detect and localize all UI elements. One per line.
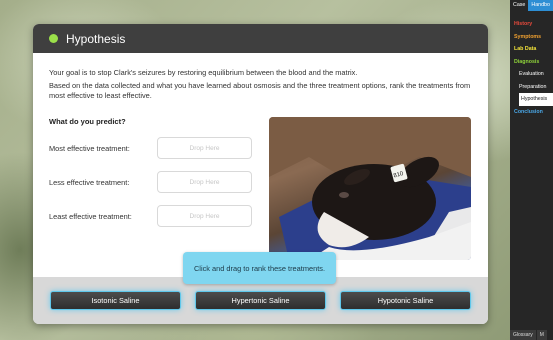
drop-zone-most[interactable]: Drop Here [157,137,252,159]
sidebar-item-conclusion[interactable]: Conclusion [514,106,553,119]
treatment-hypotonic[interactable]: Hypotonic Saline [340,291,471,310]
predict-heading: What do you predict? [49,117,126,126]
sidebar-bottom-tabs: Glossary M [510,330,548,340]
rank-label-most: Most effective treatment: [49,143,130,153]
instruction-task: Based on the data collected and what you… [49,81,471,100]
treatment-tray: Isotonic Saline Hypertonic Saline Hypoto… [33,277,488,324]
panel-header: Hypothesis [33,24,488,53]
treatment-hypertonic[interactable]: Hypertonic Saline [195,291,326,310]
instruction-goal: Your goal is to stop Clark's seizures by… [49,68,358,77]
tab-case[interactable]: Case [510,0,528,11]
sidebar-item-evaluation[interactable]: Evaluation [514,68,553,81]
sidebar-item-hypothesis[interactable]: Hypothesis [519,93,553,106]
sidebar-item-diagnosis[interactable]: Diagnosis [514,56,553,69]
sidebar-nav: History Symptoms Lab Data Diagnosis Eval… [510,11,553,118]
calf-photo: 810 [269,117,471,260]
treatment-isotonic[interactable]: Isotonic Saline [50,291,181,310]
rank-row-most: Most effective treatment: Drop Here [49,137,252,159]
sidebar-item-preparation[interactable]: Preparation [514,81,553,94]
tab-handbook[interactable]: Handbo [528,0,553,11]
sidebar-tabs: Case Handbo [510,0,553,11]
tab-more[interactable]: M [536,330,547,340]
sidebar-item-history[interactable]: History [514,18,553,31]
drag-hint-tooltip: Click and drag to rank these treatments. [183,252,336,284]
case-sidebar: Case Handbo History Symptoms Lab Data Di… [510,0,553,340]
rank-label-less: Less effective treatment: [49,177,130,187]
status-dot-icon [49,34,58,43]
calf-illustration: 810 [269,117,471,260]
sidebar-item-symptoms[interactable]: Symptoms [514,31,553,44]
drop-zone-less[interactable]: Drop Here [157,171,252,193]
drop-zone-least[interactable]: Drop Here [157,205,252,227]
rank-label-least: Least effective treatment: [49,211,132,221]
tab-glossary[interactable]: Glossary [510,330,536,340]
instructions: Your goal is to stop Clark's seizures by… [49,68,474,104]
rank-row-less: Less effective treatment: Drop Here [49,171,252,193]
panel-title: Hypothesis [66,31,126,46]
sidebar-item-lab-data[interactable]: Lab Data [514,43,553,56]
rank-row-least: Least effective treatment: Drop Here [49,205,252,227]
